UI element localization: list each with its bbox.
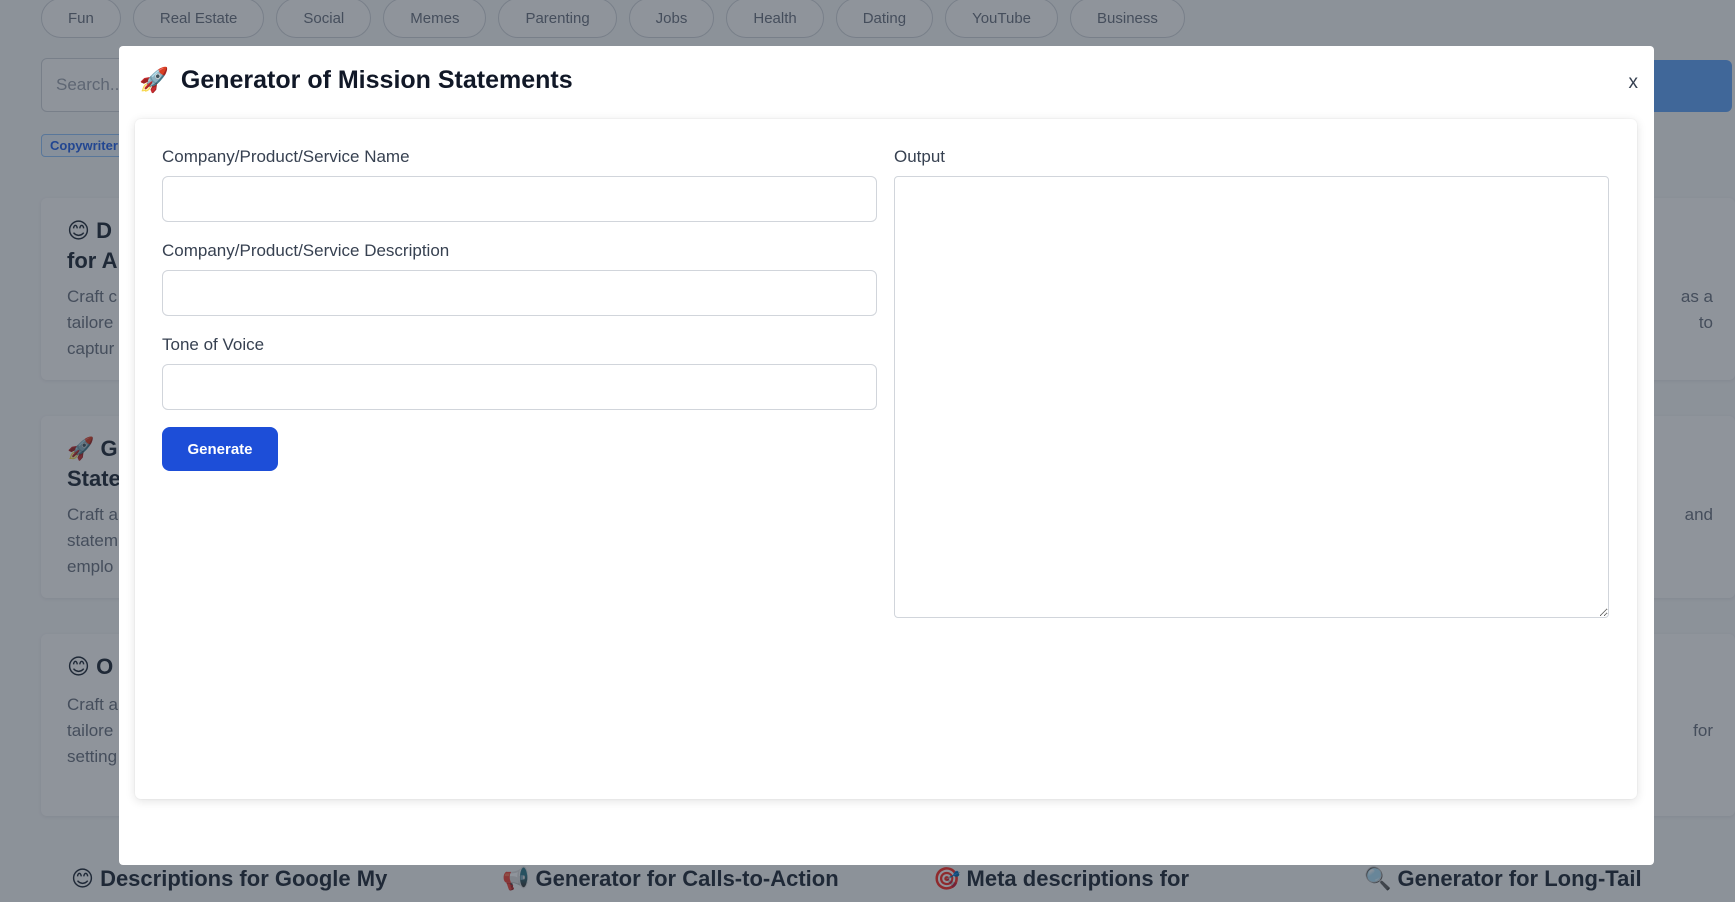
description-field[interactable] [162,270,877,316]
mission-statement-modal: 🚀 Generator of Mission Statements x Comp… [119,46,1654,865]
description-field-label: Company/Product/Service Description [162,241,450,260]
generate-button[interactable]: Generate [162,427,278,471]
generator-panel: Company/Product/Service Name Company/Pro… [135,119,1637,799]
modal-header: 🚀 Generator of Mission Statements [139,66,573,95]
modal-title: Generator of Mission Statements [180,66,573,94]
name-field-label: Company/Product/Service Name [162,147,410,166]
name-field[interactable] [162,176,877,222]
tone-field-label: Tone of Voice [162,335,265,354]
output-textarea[interactable] [894,176,1609,618]
tone-field[interactable] [162,364,877,410]
close-button[interactable]: x [1629,72,1639,94]
rocket-icon: 🚀 [139,66,169,94]
output-label: Output [894,147,946,166]
input-form: Company/Product/Service Name Company/Pro… [162,147,877,471]
output-section: Output [894,147,1609,623]
